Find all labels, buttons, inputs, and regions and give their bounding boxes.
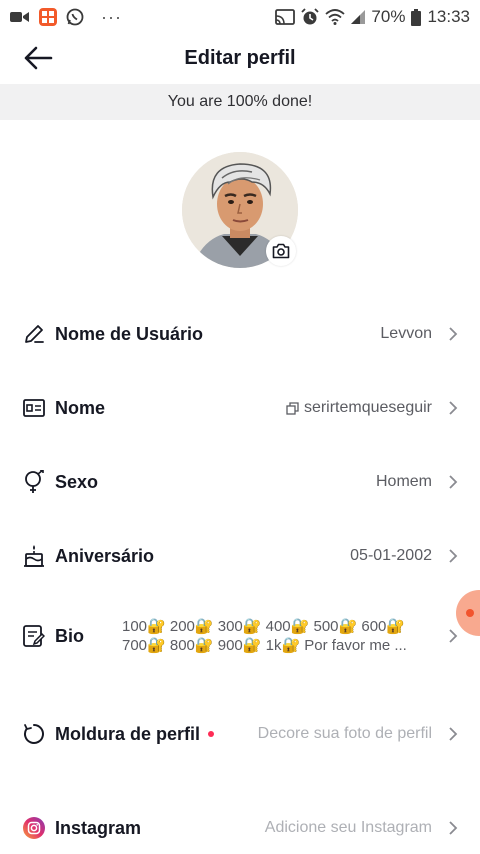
chevron-right-icon (440, 821, 458, 835)
wifi-icon (325, 9, 346, 25)
back-arrow-icon (24, 46, 53, 70)
name-value-wrap: serirtemqueseguir (286, 399, 432, 417)
bio-label: Bio (55, 625, 84, 646)
profile-frame-label: Moldura de perfil (55, 723, 201, 744)
battery-percent: 70% (371, 7, 406, 26)
name-value: serirtemqueseguir (303, 399, 432, 416)
copy-icon (286, 401, 299, 415)
instagram-value: Adicione seu Instagram (264, 819, 432, 836)
floating-bubble-dot (466, 609, 474, 617)
header: Editar perfil (0, 34, 480, 82)
username-row[interactable]: Nome de Usuário Levvon (0, 316, 480, 352)
camera-icon (272, 243, 290, 259)
bio-row[interactable]: Bio 100🔐 200🔐 300🔐 400🔐 500🔐 600🔐 700🔐 8… (0, 614, 480, 658)
cast-icon (275, 9, 296, 25)
chevron-right-icon (440, 727, 458, 741)
gender-icon (22, 470, 46, 494)
instagram-label: Instagram (55, 817, 142, 838)
profile-photo[interactable] (182, 152, 298, 268)
alarm-icon (301, 8, 320, 26)
clock: 13:33 (427, 7, 470, 26)
birthday-label: Aniversário (55, 545, 155, 566)
birthday-row[interactable]: Aniversário 05-01-2002 (0, 538, 480, 574)
username-value: Levvon (380, 325, 432, 342)
bio-value: 100🔐 200🔐 300🔐 400🔐 500🔐 600🔐 700🔐 800🔐 … (122, 617, 432, 655)
bio-edit-icon (22, 624, 46, 648)
back-button[interactable] (20, 42, 56, 74)
name-row[interactable]: Nome serirtemqueseguir (0, 390, 480, 426)
gender-label: Sexo (55, 471, 99, 492)
bio-value-line-1: 100🔐 200🔐 300🔐 400🔐 500🔐 600🔐 (122, 618, 406, 635)
status-bar: ··· 70% 13:33 (0, 0, 480, 34)
whatsapp-icon (66, 8, 84, 26)
completion-banner: You are 100% done! (0, 84, 480, 120)
chevron-right-icon (440, 549, 458, 563)
profile-frame-row[interactable]: Moldura de perfil Decore sua foto de per… (0, 716, 480, 752)
gender-value: Homem (375, 473, 432, 490)
new-badge-dot (208, 731, 215, 737)
frame-icon (22, 722, 46, 746)
cake-icon (22, 544, 46, 568)
instagram-row[interactable]: Instagram Adicione seu Instagram (0, 810, 480, 846)
gender-row[interactable]: Sexo Homem (0, 464, 480, 500)
pencil-icon (22, 322, 46, 346)
name-label: Nome (55, 397, 106, 418)
status-bar-system: 70% 13:33 (275, 7, 470, 27)
page-title: Editar perfil (184, 46, 296, 69)
video-camera-icon (10, 10, 30, 24)
bio-value-line-2: 700🔐 800🔐 900🔐 1k🔐 Por favor me ... (122, 637, 407, 654)
grid-app-icon (39, 8, 57, 26)
chevron-right-icon (440, 629, 458, 643)
change-photo-button[interactable] (266, 236, 296, 266)
id-card-icon (22, 396, 46, 420)
instagram-icon (22, 816, 46, 840)
battery-icon (411, 8, 422, 26)
completion-text: You are 100% done! (167, 93, 313, 110)
username-label: Nome de Usuário (55, 323, 204, 344)
profile-frame-value: Decore sua foto de perfil (257, 725, 432, 742)
chevron-right-icon (440, 327, 458, 341)
birthday-value: 05-01-2002 (350, 547, 432, 564)
more-notifications-icon: ··· (101, 7, 122, 27)
signal-icon (351, 10, 366, 24)
status-bar-notifications: ··· (10, 8, 122, 26)
chevron-right-icon (440, 475, 458, 489)
chevron-right-icon (440, 401, 458, 415)
